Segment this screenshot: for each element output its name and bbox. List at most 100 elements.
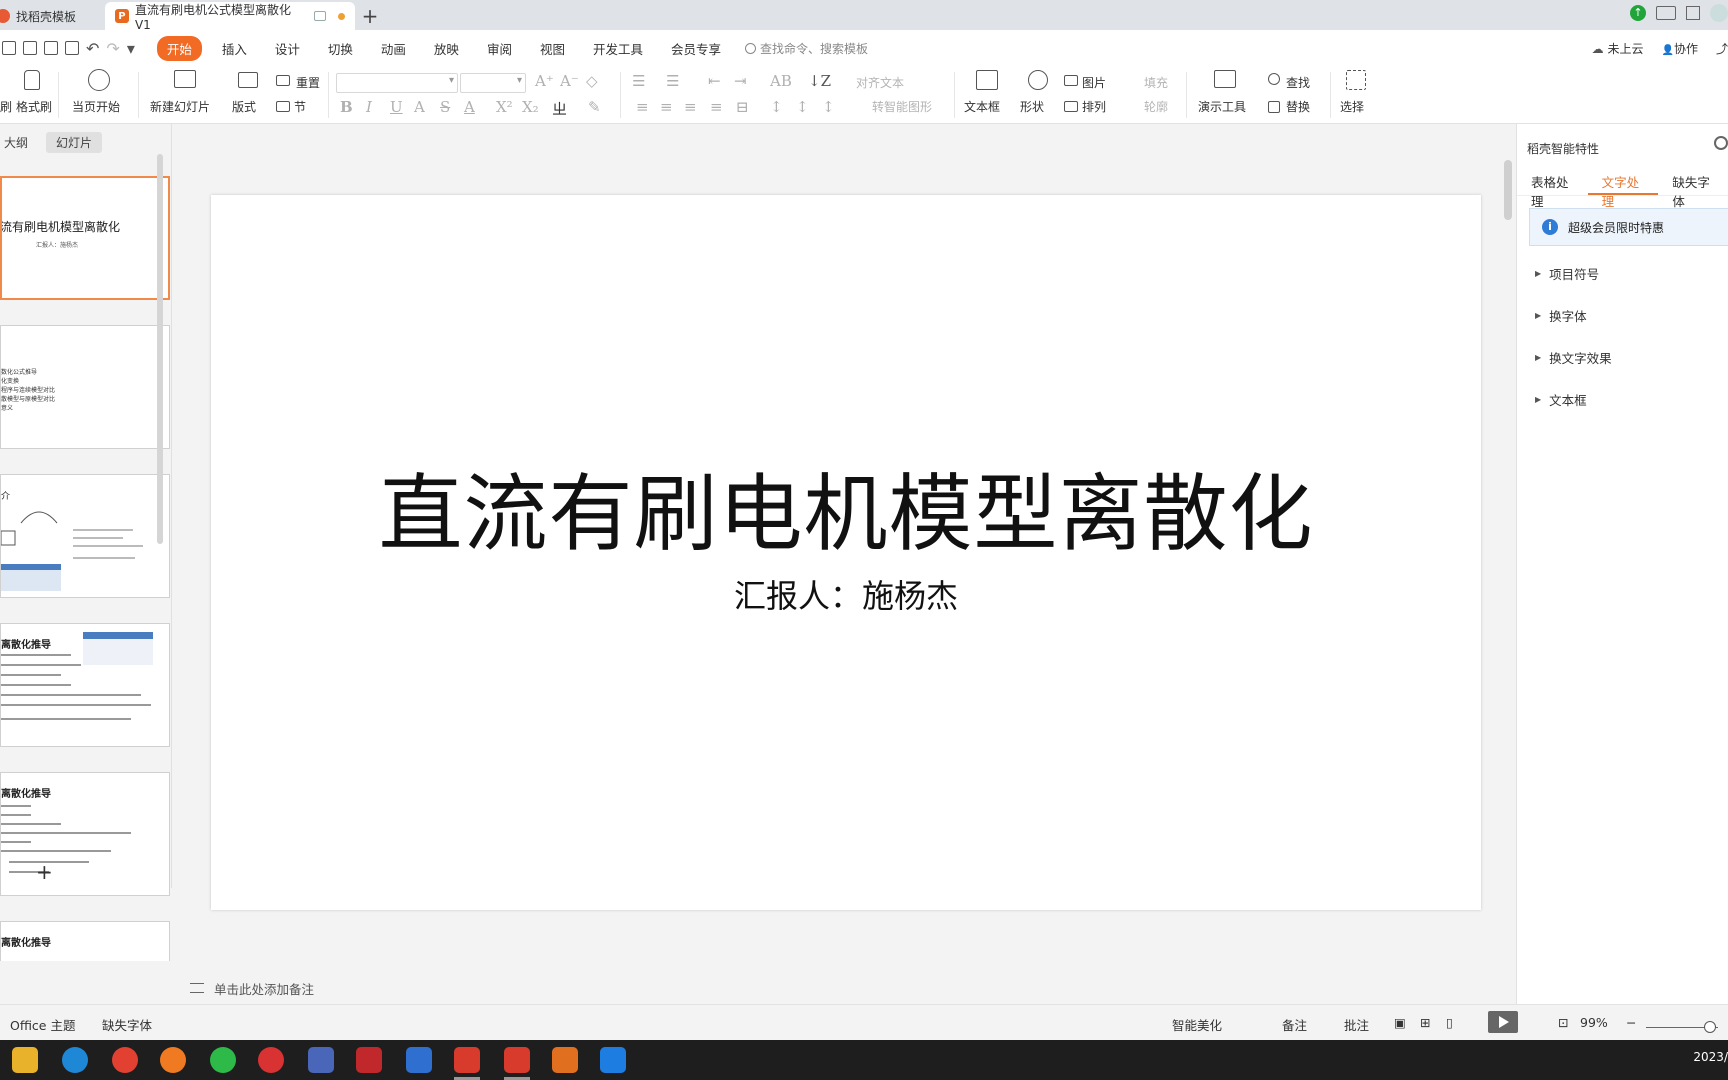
picture-icon[interactable] [1064, 75, 1078, 86]
font-size-select[interactable] [460, 73, 526, 93]
section-textbox[interactable]: ▶ 文本框 [1535, 390, 1587, 409]
shrink-font-icon[interactable]: A⁻ [560, 72, 579, 90]
columns-icon[interactable]: ↕ [822, 98, 835, 116]
format-painter-icon[interactable] [24, 70, 40, 90]
menu-developer[interactable]: 开发工具 [593, 39, 643, 58]
line-spacing-icon[interactable]: ↕ [770, 98, 783, 116]
notes-area[interactable]: 单击此处添加备注 [190, 975, 1500, 1001]
picture-button[interactable]: 图片 [1082, 74, 1106, 91]
font-family-select[interactable] [336, 73, 458, 93]
play-icon[interactable] [1488, 1011, 1518, 1033]
font-color-icon[interactable]: A [464, 98, 475, 116]
layout-button[interactable]: 版式 [232, 98, 256, 115]
tab-template-store[interactable]: 找稻壳模板 [0, 2, 105, 30]
wps-icon[interactable] [454, 1047, 480, 1073]
bold-icon[interactable]: B [340, 98, 353, 116]
menu-design[interactable]: 设计 [275, 39, 300, 58]
theme-label[interactable]: Office 主题 [10, 1015, 75, 1034]
select-icon[interactable] [1346, 70, 1366, 90]
increase-indent-icon[interactable]: ⇥ [734, 72, 747, 90]
grid-icon[interactable] [1686, 6, 1700, 20]
sorter-view-icon[interactable]: ⊞ [1420, 1015, 1430, 1030]
play-from-current-button[interactable]: 当页开始 [72, 98, 120, 115]
panel-title[interactable]: 稻壳智能特性 [1527, 140, 1599, 157]
textbox-button[interactable]: 文本框 [964, 98, 1000, 115]
new-tab-button[interactable]: + [355, 2, 385, 30]
presentation-tools-button[interactable]: 演示工具 [1198, 98, 1246, 115]
scroll-thumb[interactable] [1504, 160, 1512, 220]
command-search[interactable]: 查找命令、搜索模板 [745, 40, 868, 57]
notes-button[interactable]: 备注 [1282, 1015, 1307, 1034]
redo-icon[interactable]: ↷ [106, 39, 119, 58]
print-icon[interactable] [44, 41, 58, 55]
shape-button[interactable]: 形状 [1020, 98, 1044, 115]
replace-icon[interactable] [1268, 101, 1280, 113]
clear-format-icon[interactable]: ◇ [586, 72, 598, 90]
update-arrow-icon[interactable]: ↑ [1630, 5, 1646, 21]
underline-icon[interactable]: U [390, 98, 403, 116]
save-icon[interactable] [2, 41, 16, 55]
zoom-slider-knob[interactable] [1704, 1021, 1716, 1033]
layout-icon[interactable] [238, 72, 258, 88]
add-slide-button[interactable]: + [36, 860, 53, 884]
section-icon[interactable] [276, 101, 290, 112]
presentation-tools-icon[interactable] [1214, 70, 1236, 88]
align-left-icon[interactable]: ≡ [636, 98, 649, 116]
paragraph-spacing-icon[interactable]: ↕ [796, 98, 809, 116]
sort-icon[interactable]: ↓Z [808, 72, 831, 90]
grow-font-icon[interactable]: A⁺ [535, 72, 554, 90]
justify-icon[interactable]: ≡ [710, 98, 723, 116]
slide-thumbnail[interactable]: 流有刷电机模型离散化 汇报人：施杨杰 [0, 176, 170, 300]
tab-text-processing[interactable]: 文字处理 [1587, 168, 1659, 209]
fill-button[interactable]: 填充 [1144, 74, 1168, 91]
netease-music-icon[interactable] [258, 1047, 284, 1073]
section-bullets[interactable]: ▶ 项目符号 [1535, 264, 1599, 283]
bullet-list-icon[interactable]: ☰ [632, 72, 645, 90]
undo-icon[interactable]: ↶ [86, 39, 99, 58]
text-shadow-icon[interactable]: A [414, 98, 425, 116]
find-icon[interactable] [1268, 73, 1280, 85]
slide-canvas[interactable]: 直流有刷电机模型离散化 汇报人：施杨杰 [211, 195, 1481, 910]
menu-view[interactable]: 视图 [540, 39, 565, 58]
normal-view-icon[interactable]: ▣ [1394, 1015, 1406, 1030]
superscript-icon[interactable]: X² [496, 98, 513, 116]
distribute-icon[interactable]: ⊟ [736, 98, 749, 116]
cloud-status[interactable]: 未上云 [1592, 40, 1644, 57]
wps-presentation-icon[interactable] [504, 1047, 530, 1073]
solidworks-icon[interactable] [356, 1047, 382, 1073]
menu-home[interactable]: 开始 [156, 35, 202, 61]
layout-icon[interactable] [1656, 6, 1676, 20]
tab-slides[interactable]: 幻灯片 [46, 132, 103, 153]
phonetic-icon[interactable]: ㄓ [552, 98, 567, 119]
arrange-button[interactable]: 排列 [1082, 98, 1106, 115]
reset-button[interactable]: 重置 [296, 74, 320, 91]
matlab-icon[interactable] [552, 1047, 578, 1073]
export-icon[interactable] [23, 41, 37, 55]
menu-insert[interactable]: 插入 [222, 39, 247, 58]
more-icon[interactable]: ▾ [127, 39, 135, 58]
file-explorer-icon[interactable] [12, 1047, 38, 1073]
select-button[interactable]: 选择 [1340, 98, 1364, 115]
chrome-icon[interactable] [112, 1047, 138, 1073]
replace-button[interactable]: 替换 [1286, 98, 1310, 115]
firefox-icon[interactable] [160, 1047, 186, 1073]
security-shield-icon[interactable] [406, 1047, 432, 1073]
tab-outline[interactable]: 大纲 [0, 132, 32, 153]
play-icon[interactable] [88, 69, 110, 91]
wechat-icon[interactable] [210, 1047, 236, 1073]
new-slide-icon[interactable] [174, 70, 196, 88]
subscript-icon[interactable]: X₂ [522, 98, 539, 116]
section-change-font[interactable]: ▶ 换字体 [1535, 306, 1587, 325]
menu-slideshow[interactable]: 放映 [434, 39, 459, 58]
find-button[interactable]: 查找 [1286, 74, 1310, 91]
preview-icon[interactable] [65, 41, 79, 55]
photos-icon[interactable] [600, 1047, 626, 1073]
slide-title[interactable]: 直流有刷电机模型离散化 [211, 447, 1481, 568]
reading-view-icon[interactable]: ▯ [1446, 1015, 1453, 1030]
slide-subtitle[interactable]: 汇报人：施杨杰 [211, 571, 1481, 617]
align-text-button[interactable]: 对齐文本 [856, 74, 904, 91]
tab-document[interactable]: P 直流有刷电机公式模型离散化V1 [105, 2, 355, 32]
new-slide-button[interactable]: 新建幻灯片 [150, 98, 210, 115]
edge-icon[interactable] [62, 1047, 88, 1073]
comments-button[interactable]: 批注 [1344, 1015, 1369, 1034]
